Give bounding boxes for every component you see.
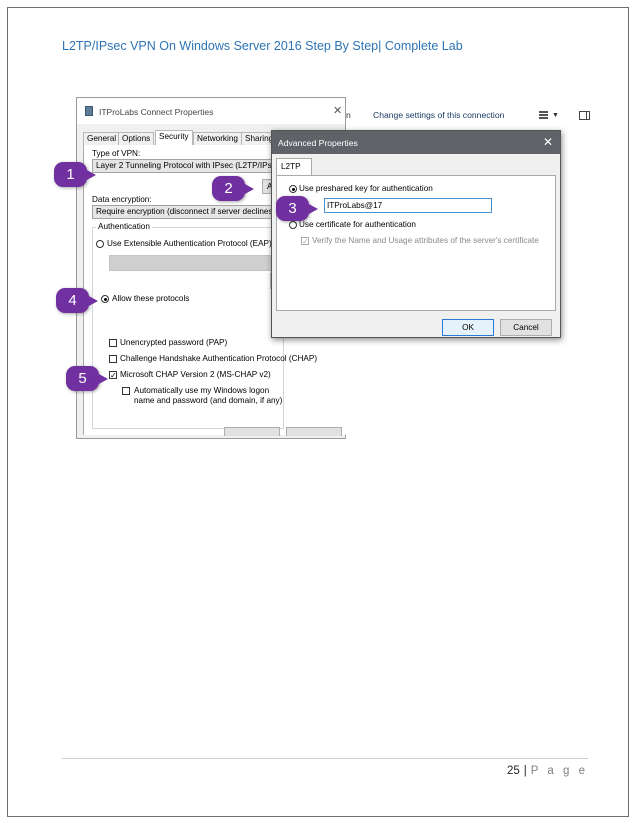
- ok-button-partial: [224, 427, 280, 436]
- eap-radio[interactable]: [96, 240, 104, 248]
- verify-certificate-label: Verify the Name and Usage attributes of …: [312, 236, 539, 245]
- allow-protocols-radio[interactable]: [101, 295, 109, 303]
- psk-radio[interactable]: [289, 185, 297, 193]
- tab-options[interactable]: Options: [118, 132, 155, 145]
- eap-method-select: [109, 255, 286, 271]
- chap-checkbox[interactable]: [109, 355, 117, 363]
- tab-general[interactable]: General: [83, 132, 121, 145]
- view-options-icon[interactable]: [539, 111, 548, 120]
- certificate-radio[interactable]: [289, 221, 297, 229]
- pap-label: Unencrypted password (PAP): [120, 338, 228, 347]
- callout-4: 4: [56, 288, 98, 313]
- pap-checkbox[interactable]: [109, 339, 117, 347]
- verify-certificate-checkbox: ✓: [301, 237, 309, 246]
- page-label: P a g e: [530, 765, 588, 777]
- change-settings-link[interactable]: Change settings of this connection: [373, 110, 504, 120]
- callout-2: 2: [212, 176, 254, 201]
- psk-option-label: Use preshared key for authentication: [299, 184, 433, 193]
- page-number: 25: [506, 765, 520, 777]
- tab-networking[interactable]: Networking: [193, 132, 242, 145]
- callout-1: 1: [54, 162, 96, 187]
- close-icon[interactable]: ✕: [543, 135, 553, 149]
- callout-5: 5: [66, 366, 108, 391]
- mschap-label: Microsoft CHAP Version 2 (MS-CHAP v2): [120, 370, 271, 379]
- explorer-partial-text: n: [346, 110, 351, 120]
- advanced-properties-dialog: Advanced Properties ✕ L2TP Use preshared…: [271, 130, 561, 338]
- dropdown-arrow-icon[interactable]: ▼: [552, 112, 559, 119]
- preview-pane-icon[interactable]: [579, 111, 590, 120]
- auto-logon-checkbox[interactable]: [122, 387, 130, 395]
- eap-option-label: Use Extensible Authentication Protocol (…: [107, 239, 272, 248]
- tab-security[interactable]: Security: [155, 130, 193, 146]
- data-encryption-label: Data encryption:: [92, 195, 152, 204]
- advanced-titlebar: Advanced Properties ✕: [272, 131, 560, 154]
- advanced-tabs: L2TP: [276, 158, 556, 175]
- page-footer: 25 | P a g e: [507, 765, 588, 777]
- explorer-command-bar: n Change settings of this connection ▼: [346, 105, 593, 127]
- callout-3: 3: [276, 196, 318, 221]
- authentication-label: Authentication: [96, 222, 152, 231]
- connection-icon: [85, 106, 93, 116]
- allow-protocols-label: Allow these protocols: [112, 294, 190, 303]
- properties-title: ITProLabs Connect Properties: [99, 107, 214, 117]
- mschap-checkbox[interactable]: ✓: [109, 371, 117, 380]
- document-header: L2TP/IPsec VPN On Windows Server 2016 St…: [62, 39, 463, 53]
- data-encryption-select[interactable]: Require encryption (disconnect if server…: [92, 205, 277, 219]
- close-icon[interactable]: ✕: [333, 104, 342, 117]
- tab-l2tp[interactable]: L2TP: [276, 158, 312, 175]
- preshared-key-input[interactable]: ITProLabs@17: [324, 198, 492, 213]
- type-of-vpn-label: Type of VPN:: [92, 149, 141, 158]
- ok-button[interactable]: OK: [442, 319, 494, 336]
- advanced-title: Advanced Properties: [278, 138, 358, 148]
- auto-logon-label: Automatically use my Windows logon name …: [134, 386, 283, 405]
- cancel-button-partial: [286, 427, 342, 436]
- screenshot: ITProLabs Connect Properties ✕ General O…: [76, 97, 593, 439]
- chap-label: Challenge Handshake Authentication Proto…: [120, 354, 318, 363]
- cancel-button[interactable]: Cancel: [500, 319, 552, 336]
- certificate-option-label: Use certificate for authentication: [299, 220, 416, 229]
- vpn-type-select[interactable]: Layer 2 Tunneling Protocol with IPsec (L…: [92, 159, 277, 173]
- footer-rule: [62, 758, 588, 759]
- properties-titlebar: ITProLabs Connect Properties ✕: [77, 98, 345, 124]
- footer-separator: |: [523, 765, 527, 777]
